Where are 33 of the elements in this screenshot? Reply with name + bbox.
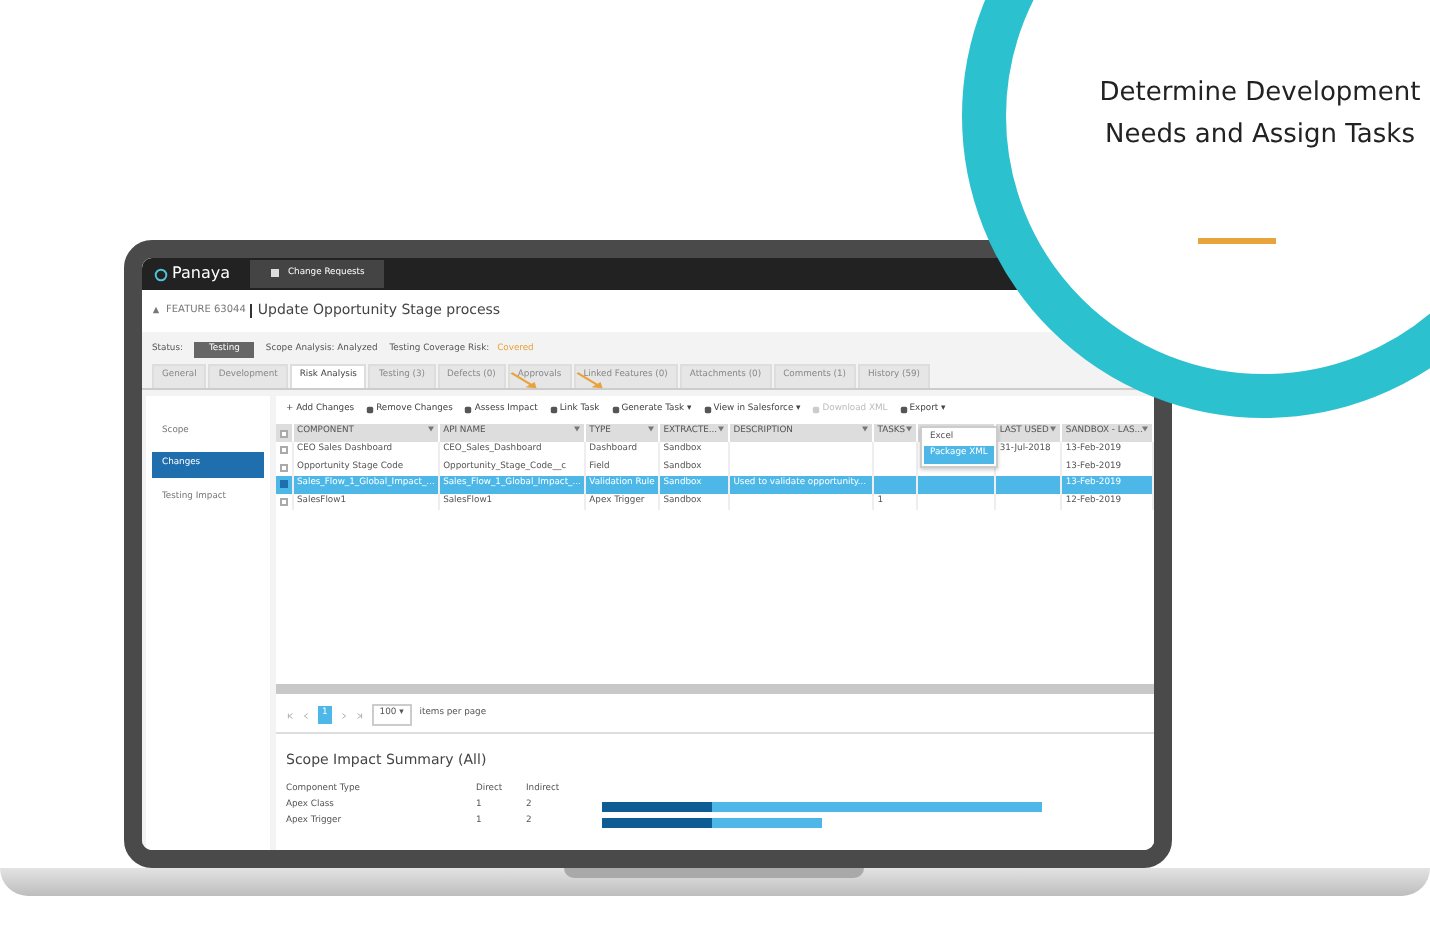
logo-text: Panaya bbox=[172, 262, 230, 286]
row-checkbox[interactable] bbox=[280, 480, 288, 489]
toolbar-icon bbox=[899, 406, 908, 415]
accent-line bbox=[1198, 238, 1276, 244]
logo-ring-icon bbox=[154, 267, 168, 281]
promo-heading: Determine Development Needs and Assign Tasks bbox=[1097, 76, 1423, 154]
indirect-bar bbox=[712, 818, 822, 828]
toolbar-icon bbox=[812, 406, 821, 415]
toolbar-icon bbox=[366, 406, 375, 415]
previous-page-icon bbox=[302, 711, 310, 720]
direct-bar bbox=[602, 802, 712, 812]
toolbar-icon bbox=[703, 406, 712, 415]
toolbar-icon bbox=[464, 406, 473, 415]
toolbar-icon bbox=[611, 406, 620, 415]
filter-icon bbox=[861, 426, 868, 433]
filter-icon bbox=[427, 426, 434, 433]
horizontal-scrollbar[interactable] bbox=[276, 684, 1154, 695]
filter-icon bbox=[573, 426, 580, 433]
row-checkbox[interactable] bbox=[280, 463, 288, 472]
filter-icon bbox=[905, 426, 912, 433]
row-checkbox[interactable] bbox=[280, 446, 288, 455]
toolbar-icon bbox=[549, 406, 558, 415]
next-page-icon bbox=[339, 711, 348, 720]
direct-bar bbox=[602, 818, 712, 828]
filter-icon bbox=[647, 426, 654, 433]
select-all-checkbox[interactable] bbox=[280, 429, 288, 438]
filter-icon bbox=[717, 426, 724, 433]
triangle-icon bbox=[152, 306, 160, 315]
document-icon bbox=[269, 268, 280, 279]
filter-icon bbox=[1049, 426, 1056, 433]
row-checkbox[interactable] bbox=[280, 498, 288, 507]
filter-icon bbox=[1142, 426, 1149, 433]
last-page-icon bbox=[355, 711, 364, 720]
